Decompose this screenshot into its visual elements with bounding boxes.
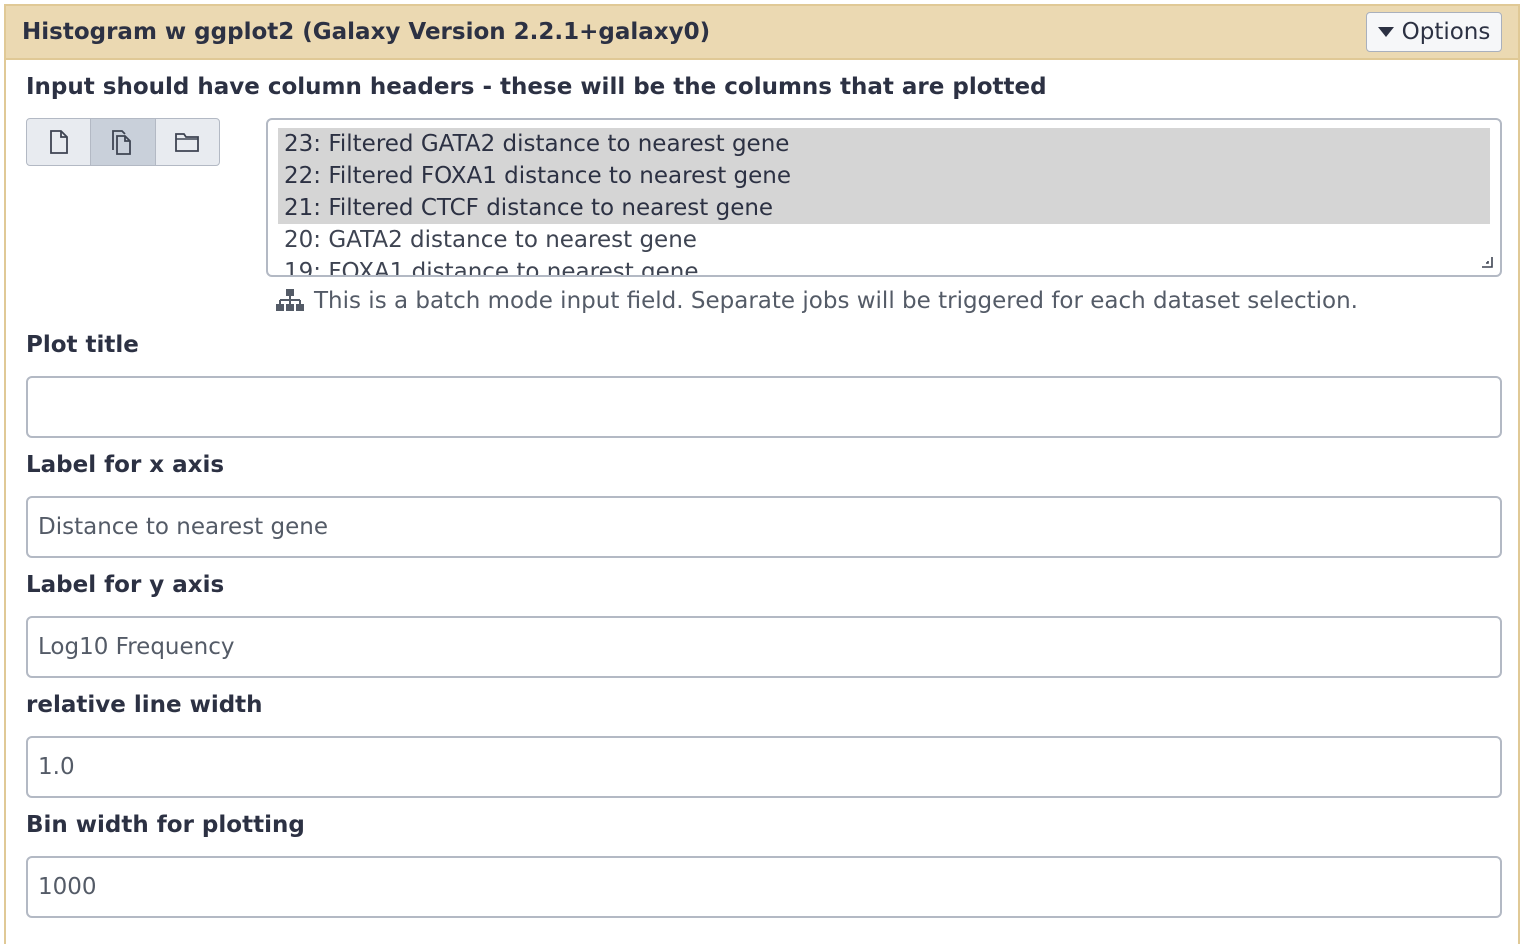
tool-header: Histogram w ggplot2 (Galaxy Version 2.2.… <box>6 6 1518 60</box>
plot-title-label: Plot title <box>26 332 139 358</box>
batch-note-text: This is a batch mode input field. Separa… <box>314 288 1358 314</box>
input-label: Input should have column headers - these… <box>26 74 1047 100</box>
y-axis-label-input[interactable]: Log10 Frequency <box>26 616 1502 678</box>
plot-title-input[interactable] <box>26 376 1502 438</box>
multiple-files-icon <box>112 130 131 155</box>
bin-width-label: Bin width for plotting <box>26 812 305 838</box>
y-axis-label-label: Label for y axis <box>26 572 225 598</box>
caret-down-icon <box>1377 27 1394 37</box>
options-button[interactable]: Options <box>1366 12 1502 52</box>
dataset-select-list[interactable]: 23: Filtered GATA2 distance to nearest g… <box>266 118 1502 277</box>
resize-handle-icon[interactable] <box>1480 255 1494 269</box>
options-label: Options <box>1401 19 1491 45</box>
x-axis-label-label: Label for x axis <box>26 452 225 478</box>
multiple-datasets-button[interactable] <box>91 119 156 165</box>
sitemap-icon <box>276 289 304 311</box>
folder-icon <box>175 133 200 152</box>
dataset-option[interactable]: 21: Filtered CTCF distance to nearest ge… <box>278 192 1490 224</box>
dataset-option[interactable]: 20: GATA2 distance to nearest gene <box>278 224 1490 256</box>
line-width-input[interactable]: 1.0 <box>26 736 1502 798</box>
dataset-collection-button[interactable] <box>156 119 219 165</box>
dataset-option[interactable]: 23: Filtered GATA2 distance to nearest g… <box>278 128 1490 160</box>
single-dataset-button[interactable] <box>27 119 92 165</box>
line-width-label: relative line width <box>26 692 263 718</box>
dataset-option[interactable]: 22: Filtered FOXA1 distance to nearest g… <box>278 160 1490 192</box>
bin-width-input[interactable]: 1000 <box>26 856 1502 918</box>
tool-title: Histogram w ggplot2 (Galaxy Version 2.2.… <box>22 19 711 45</box>
tool-form-panel: Histogram w ggplot2 (Galaxy Version 2.2.… <box>4 4 1520 944</box>
dataset-option[interactable]: 19: FOXA1 distance to nearest gene <box>278 256 1490 275</box>
input-source-toggle <box>26 118 220 166</box>
x-axis-label-input[interactable]: Distance to nearest gene <box>26 496 1502 558</box>
batch-mode-note: This is a batch mode input field. Separa… <box>276 288 1358 314</box>
single-file-icon <box>49 130 68 154</box>
